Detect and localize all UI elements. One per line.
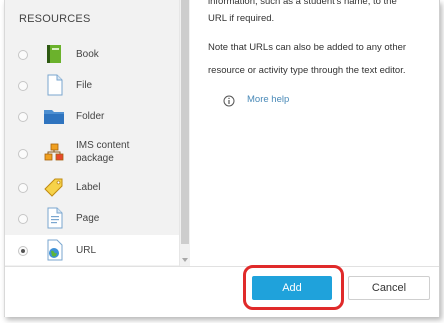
radio-button[interactable] <box>18 112 28 122</box>
resource-item-file[interactable]: File <box>5 70 179 100</box>
info-icon <box>223 94 235 107</box>
scroll-down-arrow-icon[interactable] <box>182 258 188 262</box>
resource-label: File <box>76 80 93 91</box>
more-help-label[interactable]: More help <box>247 94 289 105</box>
radio-button[interactable] <box>18 149 28 159</box>
radio-button[interactable] <box>18 214 28 224</box>
resource-item-folder[interactable]: Folder <box>5 101 179 131</box>
description-line-2: URL if required. <box>208 13 275 24</box>
resource-item-page[interactable]: Page <box>5 203 179 233</box>
resource-item-ims-content-package[interactable]: IMS content package <box>5 134 179 172</box>
folder-icon <box>42 104 66 128</box>
radio-button[interactable] <box>18 81 28 91</box>
section-title-resources: RESOURCES <box>19 13 91 25</box>
radio-button[interactable] <box>18 183 28 193</box>
ims-package-icon <box>42 141 66 165</box>
description-line-3: Note that URLs can also be added to any … <box>208 42 407 53</box>
cancel-button[interactable]: Cancel <box>348 276 430 300</box>
add-activity-dialog: RESOURCES Book File Folder IMS content p… <box>4 0 440 317</box>
resource-label: IMS content package <box>76 140 130 164</box>
resource-label: URL <box>76 245 97 256</box>
radio-button[interactable] <box>18 50 28 60</box>
resource-label: Book <box>76 49 99 60</box>
scrollbar-thumb[interactable] <box>181 0 189 244</box>
file-icon <box>42 73 66 97</box>
description-line-1: information, such as a student's name, t… <box>208 0 397 7</box>
resource-label: Label <box>76 182 101 193</box>
url-globe-icon <box>42 238 66 262</box>
label-tag-icon <box>42 175 66 199</box>
resource-label: Folder <box>76 111 105 122</box>
book-icon <box>42 42 66 66</box>
resource-list-panel: RESOURCES Book File Folder IMS content p… <box>5 0 179 266</box>
resource-item-url[interactable]: URL <box>5 235 179 265</box>
page-icon <box>42 206 66 230</box>
radio-button-selected[interactable] <box>18 246 28 256</box>
description-line-4: resource or activity type through the te… <box>208 65 406 76</box>
resource-list-scrollbar[interactable] <box>179 0 190 266</box>
resource-label: Page <box>76 213 100 224</box>
resource-item-label[interactable]: Label <box>5 172 179 202</box>
add-button[interactable]: Add <box>252 276 332 300</box>
resource-item-book[interactable]: Book <box>5 39 179 69</box>
